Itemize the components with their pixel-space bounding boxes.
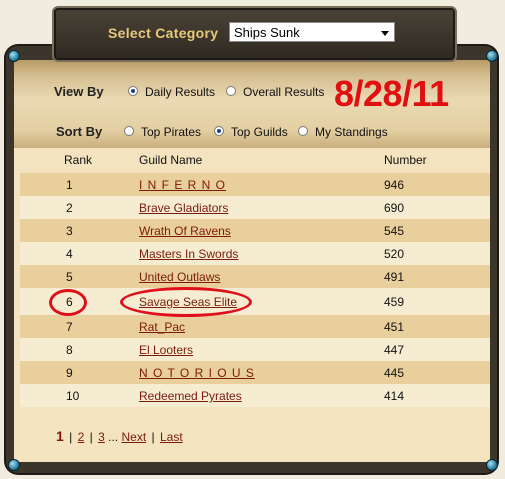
last-page-link[interactable]: Last	[160, 430, 183, 444]
overall-results-label[interactable]: Overall Results	[243, 85, 324, 99]
number-cell: 491	[384, 270, 405, 284]
rank-cell: 9	[66, 366, 73, 380]
rank-cell: 8	[66, 343, 73, 357]
rank-cell: 3	[66, 224, 73, 238]
number-column-header: Number	[384, 153, 427, 167]
guild-link[interactable]: Masters In Swords	[139, 247, 238, 261]
table-row: 4 Masters In Swords 520	[20, 242, 490, 265]
category-selected-value: Ships Sunk	[234, 25, 300, 40]
pager-ellipsis: ...	[108, 430, 119, 444]
radio-top-guilds[interactable]	[214, 126, 224, 136]
guild-link[interactable]: Brave Gladiators	[139, 201, 228, 215]
rank-cell: 4	[66, 247, 73, 261]
category-bar: Select Category Ships Sunk	[52, 6, 457, 62]
rank-cell: 10	[66, 389, 80, 403]
guild-link[interactable]: Wrath Of Ravens	[139, 224, 231, 238]
guild-link[interactable]: I N F E R N O	[139, 178, 226, 192]
rank-cell: 7	[66, 320, 73, 334]
page-link-2[interactable]: 2	[78, 430, 85, 444]
current-page: 1	[56, 428, 64, 444]
table-row: 3 Wrath Of Ravens 545	[20, 219, 490, 242]
highlight-circle-rank	[49, 289, 87, 316]
table-row: 1 I N F E R N O 946	[20, 173, 490, 196]
radio-daily-results[interactable]	[128, 86, 138, 96]
table-row: 5 United Outlaws 491	[20, 265, 490, 288]
rivet-icon	[486, 459, 498, 471]
number-cell: 447	[384, 343, 405, 357]
table-row: 10 Redeemed Pyrates 414	[20, 384, 490, 407]
guild-link[interactable]: United Outlaws	[139, 270, 220, 284]
table-row: 9 N O T O R I O U S 445	[20, 361, 490, 384]
radio-overall-results[interactable]	[226, 86, 236, 96]
dropdown-arrow-icon[interactable]	[381, 31, 389, 36]
radio-my-standings[interactable]	[298, 126, 308, 136]
number-cell: 445	[384, 366, 405, 380]
category-select[interactable]: Ships Sunk	[229, 22, 395, 42]
top-guilds-label[interactable]: Top Guilds	[231, 125, 288, 139]
number-cell: 520	[384, 247, 405, 261]
number-cell: 451	[384, 320, 405, 334]
category-label: Select Category	[108, 25, 219, 41]
table-row: 2 Brave Gladiators 690	[20, 196, 490, 219]
guild-link[interactable]: Rat_Pac	[139, 320, 185, 334]
highlight-circle-guild	[120, 287, 252, 317]
daily-results-label[interactable]: Daily Results	[145, 85, 215, 99]
rank-cell: 2	[66, 201, 73, 215]
number-cell: 946	[384, 178, 405, 192]
number-cell: 459	[384, 295, 405, 309]
rivet-icon	[8, 50, 20, 62]
radio-top-pirates[interactable]	[124, 126, 134, 136]
view-by-label: View By	[54, 84, 104, 99]
page-link-3[interactable]: 3	[98, 430, 105, 444]
rank-column-header: Rank	[64, 153, 93, 167]
guild-name-column-header: Guild Name	[139, 153, 203, 167]
guild-link[interactable]: Redeemed Pyrates	[139, 389, 242, 403]
table-row: 8 El Looters 447	[20, 338, 490, 361]
number-cell: 414	[384, 389, 405, 403]
rivet-icon	[486, 50, 498, 62]
table-row: 7 Rat_Pac 451	[20, 315, 490, 338]
next-page-link[interactable]: Next	[122, 430, 147, 444]
sort-by-label: Sort By	[56, 124, 103, 139]
rank-cell: 5	[66, 270, 73, 284]
pagination: 1 | 2 | 3 ... Next | Last	[56, 428, 183, 444]
guild-link[interactable]: N O T O R I O U S	[139, 366, 255, 380]
table-row: 6 Savage Seas Elite 459	[20, 288, 490, 315]
guild-link[interactable]: El Looters	[139, 343, 193, 357]
date-stamp: 8/28/11	[334, 73, 449, 114]
number-cell: 690	[384, 201, 405, 215]
number-cell: 545	[384, 224, 405, 238]
rank-cell: 1	[66, 178, 73, 192]
top-pirates-label[interactable]: Top Pirates	[141, 125, 201, 139]
rivet-icon	[8, 459, 20, 471]
my-standings-label[interactable]: My Standings	[315, 125, 388, 139]
